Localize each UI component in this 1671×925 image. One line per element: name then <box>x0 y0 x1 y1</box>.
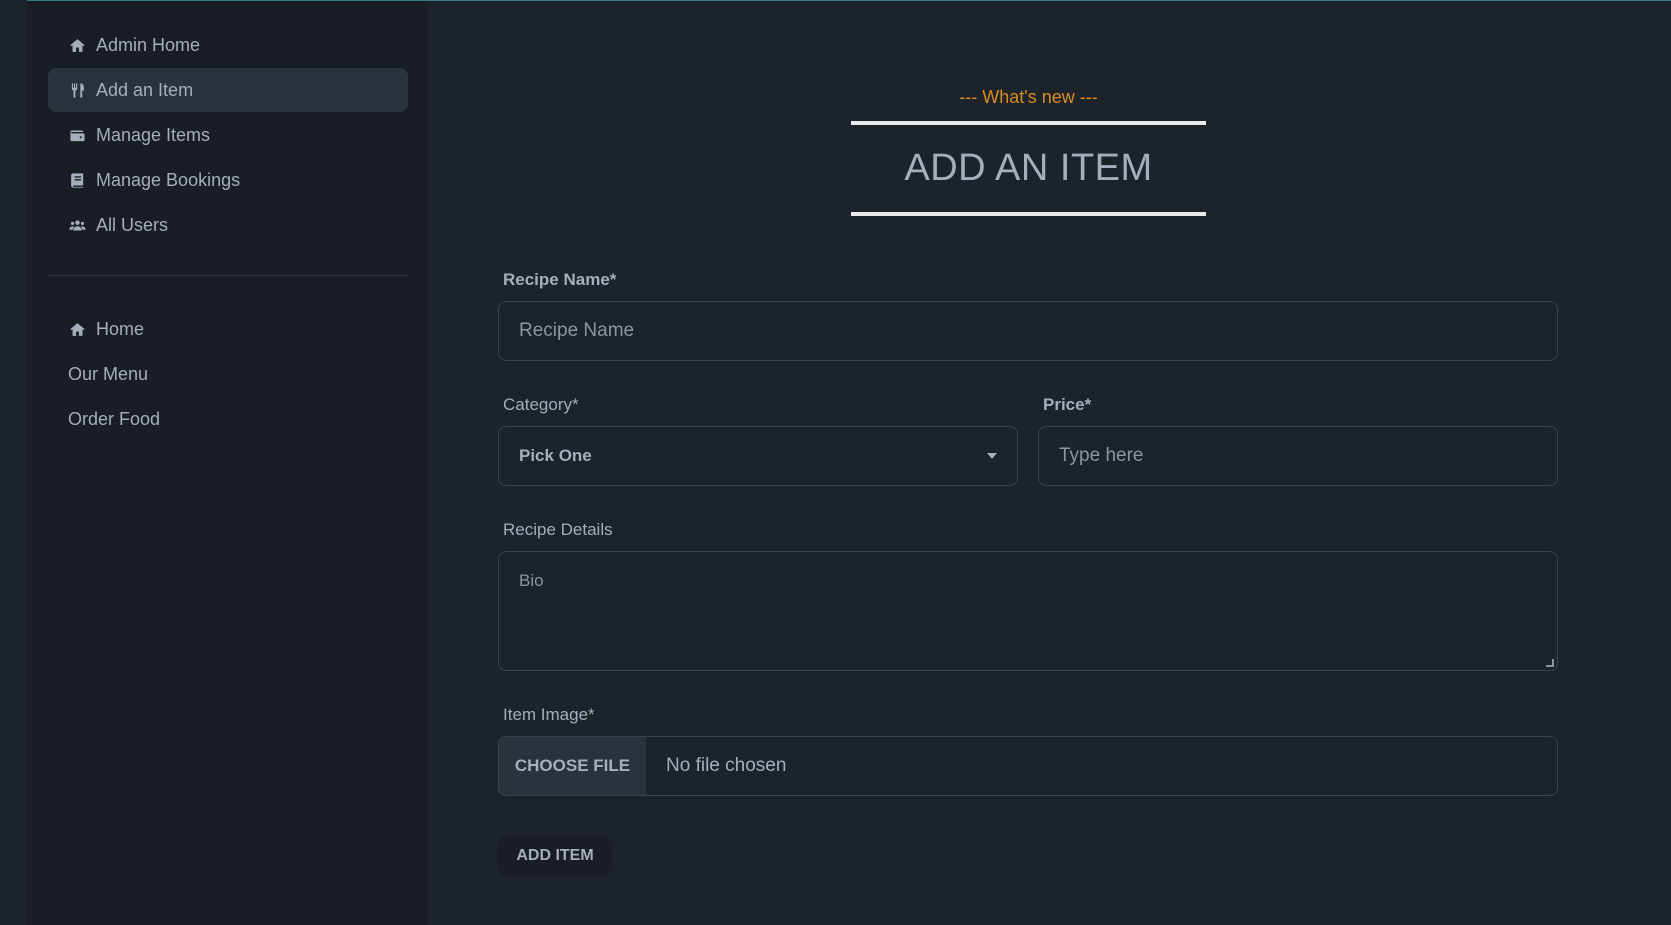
item-image-label: Item Image* <box>503 705 595 724</box>
site-nav: Home Our Menu Order Food <box>48 307 408 442</box>
admin-nav: Admin Home Add an Item Manage Items Mana… <box>48 23 408 248</box>
sidebar-item-add-item[interactable]: Add an Item <box>48 68 408 112</box>
price-label: Price* <box>1043 395 1092 414</box>
price-input[interactable]: Type here <box>1038 426 1558 486</box>
sidebar-item-label: Manage Items <box>96 124 211 145</box>
sidebar-item-label: All Users <box>96 214 169 235</box>
recipe-name-input[interactable]: Recipe Name <box>498 301 1558 361</box>
sidebar: Admin Home Add an Item Manage Items Mana… <box>27 1 428 925</box>
category-label: Category* <box>503 395 579 414</box>
sidebar-item-home[interactable]: Home <box>48 307 408 351</box>
sidebar-item-label: Manage Bookings <box>96 169 241 190</box>
add-item-button[interactable]: ADD ITEM <box>498 836 612 876</box>
home-icon <box>68 36 86 54</box>
users-icon <box>68 216 86 234</box>
home-icon <box>68 320 86 338</box>
chevron-down-icon <box>987 453 997 459</box>
section-subtitle: --- What's new --- <box>959 87 1098 107</box>
item-image-file-input[interactable]: CHOOSE FILE No file chosen <box>498 736 1558 796</box>
utensils-icon <box>68 81 86 99</box>
sidebar-divider <box>48 275 408 276</box>
recipe-details-label: Recipe Details <box>503 520 613 539</box>
sidebar-item-manage-bookings[interactable]: Manage Bookings <box>48 158 408 202</box>
recipe-details-placeholder: Bio <box>519 571 544 590</box>
category-selected-value: Pick One <box>519 446 592 465</box>
sidebar-item-label: Admin Home <box>96 34 201 55</box>
main-content: --- What's new --- ADD AN ITEM Recipe Na… <box>428 1 1671 925</box>
wallet-icon <box>68 126 86 144</box>
sidebar-item-manage-items[interactable]: Manage Items <box>48 113 408 157</box>
sidebar-item-label: Order Food <box>68 408 161 429</box>
sidebar-item-admin-home[interactable]: Admin Home <box>48 23 408 67</box>
recipe-name-placeholder: Recipe Name <box>519 320 635 341</box>
sidebar-item-label: Add an Item <box>96 79 194 100</box>
category-select[interactable]: Pick One <box>498 426 1018 486</box>
sidebar-item-label: Home <box>96 318 145 339</box>
book-icon <box>68 171 86 189</box>
recipe-name-label: Recipe Name* <box>503 270 617 289</box>
resize-handle-icon[interactable] <box>1546 659 1554 667</box>
sidebar-item-order-food[interactable]: Order Food <box>48 397 408 441</box>
price-placeholder: Type here <box>1059 445 1144 466</box>
sidebar-item-all-users[interactable]: All Users <box>48 203 408 247</box>
file-status: No file chosen <box>666 755 787 776</box>
choose-file-button[interactable]: CHOOSE FILE <box>499 737 646 795</box>
sidebar-item-our-menu[interactable]: Our Menu <box>48 352 408 396</box>
recipe-details-textarea[interactable]: Bio <box>498 551 1558 671</box>
page-gutter <box>0 0 27 925</box>
page-title: ADD AN ITEM <box>851 121 1206 216</box>
section-heading: --- What's new --- ADD AN ITEM <box>851 83 1206 216</box>
sidebar-item-label: Our Menu <box>68 363 149 384</box>
